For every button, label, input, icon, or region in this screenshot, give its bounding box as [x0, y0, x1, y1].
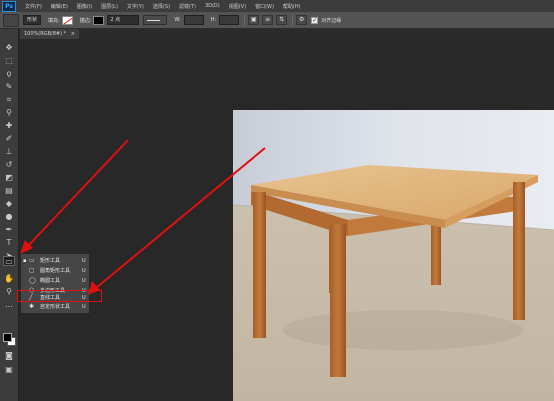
- crop-tool-icon[interactable]: ⌗: [3, 95, 15, 105]
- zoom-tool-icon[interactable]: ⚲: [3, 287, 15, 297]
- foreground-color-swatch[interactable]: [3, 333, 12, 342]
- flyout-item-rounded-rectangle[interactable]: ▢ 圆角矩形工具 U: [22, 266, 89, 276]
- align-edges-label: 对齐边缘: [321, 17, 342, 24]
- menu-window[interactable]: 窗口(W): [255, 3, 274, 10]
- blur-tool-icon[interactable]: ◆: [3, 199, 15, 209]
- screen-mode-icon[interactable]: ▣: [3, 365, 15, 375]
- menu-file[interactable]: 文件(F): [25, 3, 42, 10]
- rounded-rectangle-icon: ▢: [29, 267, 35, 274]
- shortcut-key: U: [82, 278, 86, 284]
- marquee-tool-icon[interactable]: ⬚: [3, 56, 15, 66]
- healing-brush-tool-icon[interactable]: ✚: [3, 121, 15, 131]
- more-tools-icon[interactable]: …: [3, 300, 15, 310]
- photoshop-window: Ps 文件(F) 编辑(E) 图像(I) 图层(L) 文字(Y) 选择(S) 滤…: [0, 0, 554, 401]
- flyout-item-label: 自定形状工具: [40, 304, 71, 310]
- height-label: H:: [210, 17, 217, 23]
- align-edges-checkbox[interactable]: ✓: [311, 16, 319, 24]
- eraser-tool-icon[interactable]: ◩: [3, 173, 15, 183]
- menu-help[interactable]: 帮助(H): [283, 3, 301, 10]
- photoshop-logo: Ps: [2, 0, 16, 12]
- menu-bar: Ps 文件(F) 编辑(E) 图像(I) 图层(L) 文字(Y) 选择(S) 滤…: [0, 0, 554, 12]
- gradient-tool-icon[interactable]: ▤: [3, 186, 15, 196]
- fill-label: 填充:: [48, 17, 60, 24]
- menu-image[interactable]: 图像(I): [77, 3, 92, 10]
- ellipse-icon: ◯: [29, 277, 36, 284]
- width-input[interactable]: [183, 15, 204, 25]
- custom-shape-icon: ✱: [29, 303, 35, 310]
- pen-tool-icon[interactable]: ✒: [3, 225, 15, 235]
- height-input[interactable]: [219, 15, 240, 25]
- table-photo: [233, 110, 554, 401]
- width-label: W:: [174, 17, 181, 23]
- quick-select-tool-icon[interactable]: ✎: [3, 82, 15, 92]
- menu-filter[interactable]: 滤镜(T): [179, 3, 196, 10]
- tool-mode-select[interactable]: 形状: [23, 15, 42, 25]
- rectangle-tool-icon[interactable]: ▭: [3, 256, 15, 266]
- type-tool-icon[interactable]: T: [3, 238, 15, 248]
- lasso-tool-icon[interactable]: ϙ: [3, 69, 15, 79]
- stroke-label: 描边:: [79, 17, 92, 24]
- color-swatches[interactable]: [3, 333, 16, 346]
- menu-layer[interactable]: 图层(L): [101, 3, 118, 10]
- document-tab-bar: 100%(RGB/8#) * ×: [20, 29, 554, 39]
- quick-mask-icon[interactable]: ◙: [3, 351, 15, 361]
- stroke-swatch[interactable]: [93, 15, 105, 25]
- flyout-item-custom-shape[interactable]: ✱ 自定形状工具 U: [22, 302, 89, 312]
- menu-type[interactable]: 文字(Y): [127, 3, 144, 10]
- table-photo-image: [233, 110, 554, 401]
- shortcut-key: U: [82, 268, 86, 274]
- dodge-tool-icon[interactable]: ●: [3, 212, 15, 222]
- stroke-type-select[interactable]: [143, 15, 168, 25]
- document-tab[interactable]: 100%(RGB/8#) * ×: [20, 29, 79, 39]
- flyout-item-label: 椭圆工具: [40, 278, 61, 284]
- fill-swatch[interactable]: [61, 15, 73, 25]
- path-alignment-icon[interactable]: ≡: [262, 15, 274, 25]
- menu-view[interactable]: 视图(V): [229, 3, 246, 10]
- shape-tool-flyout: ▪ ▭ 矩形工具 U ▢ 圆角矩形工具 U ◯ 椭圆工具 U ⬡ 多边形工具 U…: [20, 253, 90, 314]
- flyout-item-label: 圆角矩形工具: [40, 268, 71, 274]
- history-brush-tool-icon[interactable]: ↺: [3, 160, 15, 170]
- document-tab-title: 100%(RGB/8#) *: [24, 31, 67, 37]
- rectangle-icon: ▭: [29, 257, 35, 264]
- path-arrangement-icon[interactable]: ⇅: [276, 15, 288, 25]
- stroke-width-input[interactable]: 2 点: [107, 15, 140, 25]
- eyedropper-tool-icon[interactable]: ⚲: [3, 108, 15, 118]
- clone-stamp-tool-icon[interactable]: ⊥: [3, 147, 15, 157]
- hand-tool-icon[interactable]: ✋: [3, 274, 15, 284]
- line-tool-highlight-box: [17, 290, 102, 302]
- options-divider: [244, 14, 246, 26]
- options-divider: [292, 14, 294, 26]
- shortcut-key: U: [82, 304, 86, 310]
- close-icon[interactable]: ×: [71, 31, 75, 37]
- menu-select[interactable]: 选择(S): [153, 3, 170, 10]
- flyout-item-rectangle[interactable]: ▪ ▭ 矩形工具 U: [22, 256, 89, 266]
- active-tool-marker: ▪: [23, 258, 27, 264]
- move-tool-icon[interactable]: ✥: [3, 43, 15, 53]
- flyout-item-label: 矩形工具: [40, 258, 61, 264]
- menu-3d[interactable]: 3D(D): [205, 3, 220, 9]
- flyout-item-ellipse[interactable]: ◯ 椭圆工具 U: [22, 276, 89, 286]
- path-operations-icon[interactable]: ▣: [248, 15, 260, 25]
- document-canvas[interactable]: [20, 39, 554, 401]
- tool-preset-picker[interactable]: [3, 13, 19, 27]
- gear-icon[interactable]: ⚙: [296, 15, 308, 25]
- menu-edit[interactable]: 编辑(E): [51, 3, 68, 10]
- brush-tool-icon[interactable]: ✐: [3, 134, 15, 144]
- tools-panel: ✥ ⬚ ϙ ✎ ⌗ ⚲ ✚ ✐ ⊥ ↺ ◩ ▤ ◆ ● ✒ T ➤ ▭ ✋ ⚲ …: [0, 29, 19, 401]
- options-bar: 形状 填充: 描边: 2 点 W: H: ▣ ≡ ⇅ ⚙ ✓ 对齐边缘: [0, 12, 554, 29]
- shortcut-key: U: [82, 258, 86, 264]
